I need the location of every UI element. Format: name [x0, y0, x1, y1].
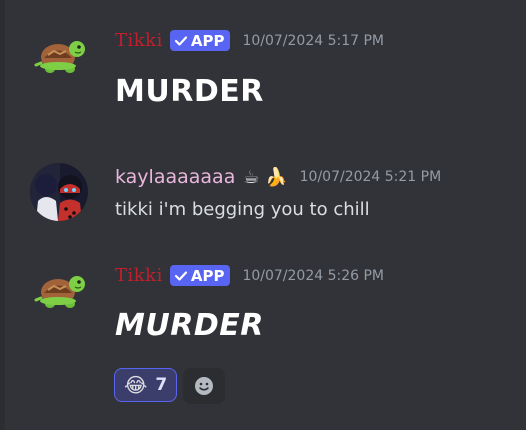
checkmark-icon [174, 270, 187, 281]
user-avatar-image [30, 163, 88, 221]
timestamp: 10/07/2024 5:26 PM [242, 267, 385, 284]
message-content: tikki i'm begging you to chill [115, 199, 370, 220]
turtle-icon [34, 41, 85, 73]
add-reaction-button[interactable] [183, 368, 226, 404]
laughing-emoji-icon: 😂 [124, 373, 148, 397]
name-emojis: ☕ 🍌 [243, 166, 288, 188]
turtle-icon [34, 276, 85, 308]
message-header: Tikki APP 10/07/2024 5:26 PM [115, 265, 384, 286]
message-header: Tikki APP 10/07/2024 5:17 PM [115, 30, 384, 51]
app-badge: APP [169, 30, 231, 51]
badge-label: APP [190, 266, 225, 285]
message-content: MURDER [115, 308, 264, 343]
message-header: kaylaaaaaaa ☕ 🍌 10/07/2024 5:21 PM [115, 166, 441, 188]
checkmark-icon [174, 35, 187, 46]
avatar[interactable] [30, 260, 88, 318]
app-badge: APP [169, 265, 231, 286]
timestamp: 10/07/2024 5:21 PM [299, 169, 442, 185]
badge-label: APP [190, 31, 225, 50]
avatar[interactable] [30, 25, 88, 83]
reaction-count: 7 [155, 375, 168, 395]
username[interactable]: kaylaaaaaaa [115, 166, 235, 188]
smiley-add-reaction-icon [195, 377, 214, 395]
username[interactable]: Tikki [115, 265, 163, 286]
avatar[interactable] [30, 163, 88, 221]
timestamp: 10/07/2024 5:17 PM [242, 32, 385, 49]
reaction-laughing[interactable]: 😂 7 [114, 368, 178, 402]
username[interactable]: Tikki [115, 30, 163, 51]
message-content: MURDER [115, 74, 264, 109]
left-edge-divider [0, 0, 5, 430]
reactions-bar: 😂 7 [114, 368, 226, 404]
